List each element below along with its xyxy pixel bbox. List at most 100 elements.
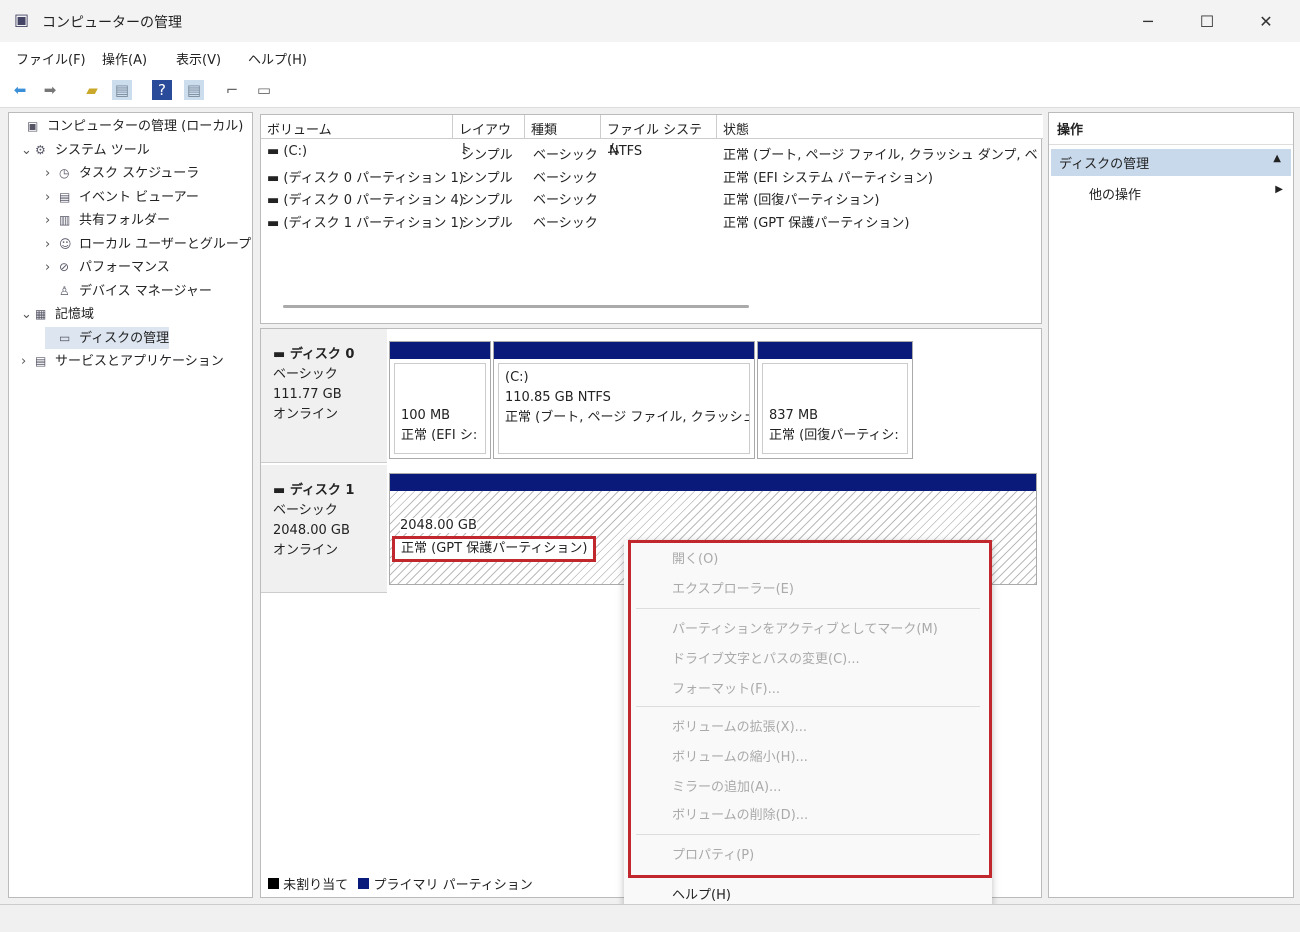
partition-recovery[interactable]: 837 MB 正常 (回復パーティシ: xyxy=(757,341,913,459)
up-folder-icon[interactable]: ▰ xyxy=(82,80,102,100)
cell-volume: ▬ (ディスク 1 パーティション 1) xyxy=(267,215,464,231)
partition-size: 837 MB xyxy=(769,408,819,423)
tree-item-icon: ▭ xyxy=(59,330,71,345)
column-filesystem[interactable]: ファイル システム xyxy=(601,115,717,157)
volume-icon: ▬ xyxy=(267,193,284,208)
context-menu-item[interactable]: ミラーの追加(A)... xyxy=(672,776,781,795)
show-hide-tree-icon[interactable]: ▤ xyxy=(112,80,132,100)
context-menu-item[interactable]: パーティションをアクティブとしてマーク(M) xyxy=(672,618,938,637)
tree-item-label: タスク スケジューラ xyxy=(79,166,200,181)
disk-type: ベーシック xyxy=(273,503,338,518)
context-menu-item[interactable]: ボリュームの縮小(H)... xyxy=(672,746,808,765)
show-action-pane-icon[interactable]: ▤ xyxy=(184,80,204,100)
action-section-disk-management[interactable]: ディスクの管理 ▲ xyxy=(1051,149,1291,176)
context-menu-item[interactable]: ヘルプ(H) xyxy=(672,884,731,903)
partition-efi[interactable]: 100 MB 正常 (EFI シ: xyxy=(389,341,491,459)
section-label: ディスクの管理 xyxy=(1059,157,1150,172)
expand-chevron-icon[interactable]: ⌄ xyxy=(21,304,35,326)
cell-layout: シンプル xyxy=(461,193,513,208)
expand-chevron-icon[interactable]: ⌄ xyxy=(21,140,35,162)
partition-size: 100 MB xyxy=(401,408,451,423)
volume-icon: ▬ xyxy=(267,215,284,231)
context-menu-item[interactable]: 開く(O) xyxy=(672,548,718,567)
forward-icon[interactable]: ➡ xyxy=(40,80,60,100)
help-icon[interactable]: ? xyxy=(152,80,172,100)
disk-1-label[interactable]: ▬ ディスク 1 ベーシック 2048.00 GB オンライン xyxy=(261,465,387,593)
tree-item[interactable]: › ⊘ パフォーマンス xyxy=(45,256,170,278)
context-menu-item[interactable]: エクスプローラー(E) xyxy=(672,578,794,597)
tree-item[interactable]: › ◷ タスク スケジューラ xyxy=(45,162,199,184)
partition-state-highlighted: 正常 (GPT 保護パーティション) xyxy=(392,536,597,562)
tree-item-label: イベント ビューアー xyxy=(79,189,199,205)
tree-item[interactable]: › ▤ サービスとアプリケーション xyxy=(21,350,224,372)
actions-header: 操作 xyxy=(1049,113,1293,145)
menu-file[interactable]: ファイル(F) xyxy=(16,49,86,68)
column-volume[interactable]: ボリューム xyxy=(261,115,453,139)
tree-item-label: ローカル ユーザーとグループ xyxy=(79,236,252,252)
back-icon[interactable]: ⬅ xyxy=(10,80,30,100)
tree-item-icon: ▤ xyxy=(59,189,71,204)
unallocated-swatch xyxy=(268,878,279,889)
tree-item-label: システム ツール xyxy=(55,142,150,158)
tree-item[interactable]: ▭ ディスクの管理 xyxy=(45,326,170,349)
expand-chevron-icon[interactable]: › xyxy=(45,234,59,256)
close-button[interactable]: ✕ xyxy=(1246,8,1286,36)
disk-size: 2048.00 GB xyxy=(273,523,350,538)
action-more[interactable]: 他の操作 ▶ xyxy=(1049,180,1293,207)
more-label: 他の操作 xyxy=(1089,188,1142,203)
context-menu-item[interactable]: ボリュームの拡張(X)... xyxy=(672,716,807,735)
volume-row[interactable]: ▬ (ディスク 0 パーティション 4) シンプル ベーシック 正常 (回復パーティシ… xyxy=(261,186,1041,208)
context-menu-item[interactable]: フォーマット(F)... xyxy=(672,678,780,697)
volume-row[interactable]: ▬ (ディスク 1 パーティション 1) シンプル ベーシック 正常 (GPT 保護パ… xyxy=(261,209,1041,231)
volume-row[interactable]: ▬ (C:) シンプル ベーシック NTFS 正常 (ブート, ページ ファイル, クラ… xyxy=(261,141,1041,163)
partition-c[interactable]: (C:) 110.85 GB NTFS 正常 (ブート, ページ ファイル, クラッ… xyxy=(493,341,755,459)
expand-chevron-icon[interactable]: › xyxy=(45,187,59,209)
tree-item-label: 記憶域 xyxy=(55,307,95,322)
menu-separator xyxy=(636,834,980,835)
expand-chevron-icon[interactable]: › xyxy=(21,351,35,373)
tree-item-icon: ☺ xyxy=(59,236,72,251)
tree-item-icon: ▤ xyxy=(35,354,47,368)
volume-row[interactable]: ▬ (ディスク 0 パーティション 1) シンプル ベーシック 正常 (EFI システ… xyxy=(261,164,1041,186)
tree-item[interactable]: ▣ コンピューターの管理 (ローカル) xyxy=(13,115,243,137)
menu-separator xyxy=(636,608,980,609)
context-menu-item[interactable]: ボリュームの削除(D)... xyxy=(672,804,808,823)
toolbar: ⬅ ➡ ▰ ▤ ? ▤ ⌐ ▭ xyxy=(0,72,1300,108)
tree-item[interactable]: ⌄ ⚙ システム ツール xyxy=(21,139,150,161)
disk-type: ベーシック xyxy=(273,367,338,382)
tree-item[interactable]: › ▥ 共有フォルダー xyxy=(45,209,170,231)
tree-item-label: パフォーマンス xyxy=(79,260,170,275)
partition-state: 正常 (回復パーティシ: xyxy=(769,428,899,443)
tree-item-icon: ◷ xyxy=(59,166,70,180)
volume-icon: ▬ xyxy=(267,144,284,159)
menu-help[interactable]: ヘルプ(H) xyxy=(248,49,307,68)
expand-chevron-icon[interactable]: › xyxy=(45,210,59,232)
context-menu-item[interactable]: ドライブ文字とパスの変更(C)... xyxy=(672,648,860,667)
disk-status: オンライン xyxy=(273,407,339,422)
connect-icon[interactable]: ⌐ xyxy=(222,80,242,100)
column-status[interactable]: 状態 xyxy=(717,115,1043,139)
disk-name: ディスク 0 xyxy=(289,347,355,362)
tree-item[interactable]: ⌄ ▦ 記憶域 xyxy=(21,303,94,325)
minimize-button[interactable]: ─ xyxy=(1128,8,1168,36)
maximize-button[interactable]: ☐ xyxy=(1187,8,1227,36)
cell-layout: シンプル xyxy=(461,148,513,163)
disk-status: オンライン xyxy=(273,543,339,558)
disk-0-label[interactable]: ▬ ディスク 0 ベーシック 111.77 GB オンライン xyxy=(261,329,387,463)
menu-action[interactable]: 操作(A) xyxy=(102,49,147,68)
expand-chevron-icon[interactable]: › xyxy=(45,257,59,279)
cell-type: ベーシック xyxy=(533,148,598,163)
context-menu-item[interactable]: プロパティ(P) xyxy=(672,844,754,863)
tree-item[interactable]: › ☺ ローカル ユーザーとグループ xyxy=(45,233,251,255)
horizontal-scrollbar[interactable] xyxy=(283,305,749,308)
tree-item[interactable]: › ▤ イベント ビューアー xyxy=(45,186,199,208)
tree-item[interactable]: ♙ デバイス マネージャー xyxy=(45,280,212,302)
cell-type: ベーシック xyxy=(533,193,598,208)
menu-view[interactable]: 表示(V) xyxy=(176,49,221,68)
partition-state: 正常 (ブート, ページ ファイル, クラッシュ ダ xyxy=(505,410,750,425)
expand-chevron-icon[interactable]: › xyxy=(45,163,59,185)
navigation-tree: ▣ コンピューターの管理 (ローカル) ⌄ ⚙ システム ツール › ◷ タスク スケジューラ… xyxy=(8,112,253,898)
column-layout[interactable]: レイアウト xyxy=(453,115,525,157)
properties-icon[interactable]: ▭ xyxy=(254,80,274,100)
column-type[interactable]: 種類 xyxy=(525,115,601,139)
